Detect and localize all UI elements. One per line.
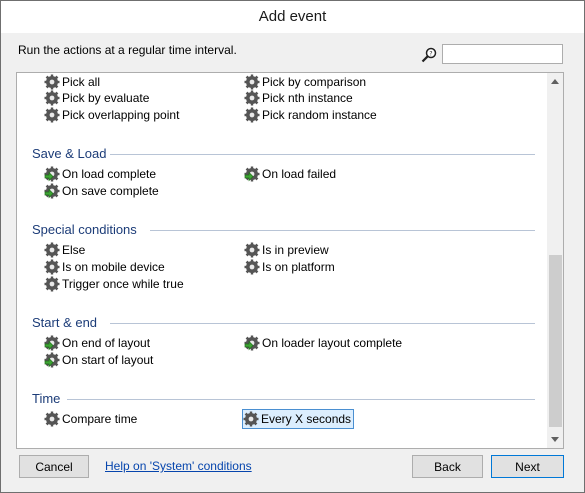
scrollbar-thumb[interactable]: [549, 255, 562, 427]
gear-icon: [244, 90, 260, 106]
list-item-on-start-of-layout[interactable]: On start of layout: [44, 351, 153, 369]
gear-icon: [44, 74, 60, 90]
list-item-trigger-once-while-true[interactable]: Trigger once while true: [44, 275, 184, 293]
list-item-every-x-seconds[interactable]: Every X seconds: [242, 409, 355, 429]
search-input[interactable]: [442, 44, 563, 64]
list-item-on-end-of-layout[interactable]: On end of layout: [44, 334, 150, 352]
gear-icon: [44, 411, 60, 427]
list-item-is-on-platform[interactable]: Is on platform: [244, 258, 335, 276]
event-description: Run the actions at a regular time interv…: [18, 43, 237, 57]
window-title: Add event: [258, 8, 327, 25]
svg-text:?: ?: [429, 51, 432, 58]
trigger-gear-icon: [44, 335, 60, 351]
title-bar: Add event: [1, 1, 584, 33]
help-link[interactable]: Help on 'System' conditions: [105, 459, 252, 473]
back-button[interactable]: Back: [412, 455, 483, 478]
category-divider: [110, 323, 535, 324]
next-button[interactable]: Next: [491, 455, 564, 478]
trigger-gear-icon: [44, 183, 60, 199]
list-item-is-on-mobile-device[interactable]: Is on mobile device: [44, 258, 165, 276]
gear-icon: [44, 90, 60, 106]
category-header: Start & end: [32, 315, 98, 330]
add-event-dialog: Add event Run the actions at a regular t…: [0, 0, 585, 493]
trigger-gear-icon: [44, 166, 60, 182]
category-divider: [67, 399, 535, 400]
vertical-scrollbar[interactable]: [547, 73, 563, 448]
category-divider: [110, 154, 535, 155]
trigger-gear-icon: [44, 352, 60, 368]
gear-icon: [244, 107, 260, 123]
gear-icon: [44, 259, 60, 275]
list-item-on-save-complete[interactable]: On save complete: [44, 182, 159, 200]
category-divider: [150, 230, 535, 231]
list-item-pick-by-evaluate[interactable]: Pick by evaluate: [44, 89, 149, 107]
list-item-pick-random-instance[interactable]: Pick random instance: [244, 106, 377, 124]
category-header: Special conditions: [32, 222, 137, 237]
search-icon[interactable]: ?: [421, 47, 437, 63]
list-item-else[interactable]: Else: [44, 241, 85, 259]
list-item-on-load-complete[interactable]: On load complete: [44, 165, 156, 183]
gear-icon: [44, 242, 60, 258]
gear-icon: [244, 74, 260, 90]
trigger-gear-icon: [244, 335, 260, 351]
list-item-pick-overlapping-point[interactable]: Pick overlapping point: [44, 106, 179, 124]
condition-list[interactable]: Pick all Pick by comparison Pick by eval…: [16, 72, 564, 449]
gear-icon: [244, 242, 260, 258]
trigger-gear-icon: [244, 166, 260, 182]
list-item-on-loader-layout-complete[interactable]: On loader layout complete: [244, 334, 402, 352]
category-header: Time: [32, 391, 61, 406]
list-item-pick-nth-instance[interactable]: Pick nth instance: [244, 89, 353, 107]
gear-icon: [244, 259, 260, 275]
scroll-down-arrow-icon[interactable]: [551, 437, 559, 442]
gear-icon: [243, 411, 259, 427]
category-header: Save & Load: [32, 146, 107, 161]
list-item-compare-time[interactable]: Compare time: [44, 410, 137, 428]
list-item-on-load-failed[interactable]: On load failed: [244, 165, 336, 183]
scroll-up-arrow-icon[interactable]: [551, 79, 559, 84]
cancel-button[interactable]: Cancel: [19, 455, 89, 478]
gear-icon: [44, 276, 60, 292]
list-item-is-in-preview[interactable]: Is in preview: [244, 241, 329, 259]
gear-icon: [44, 107, 60, 123]
